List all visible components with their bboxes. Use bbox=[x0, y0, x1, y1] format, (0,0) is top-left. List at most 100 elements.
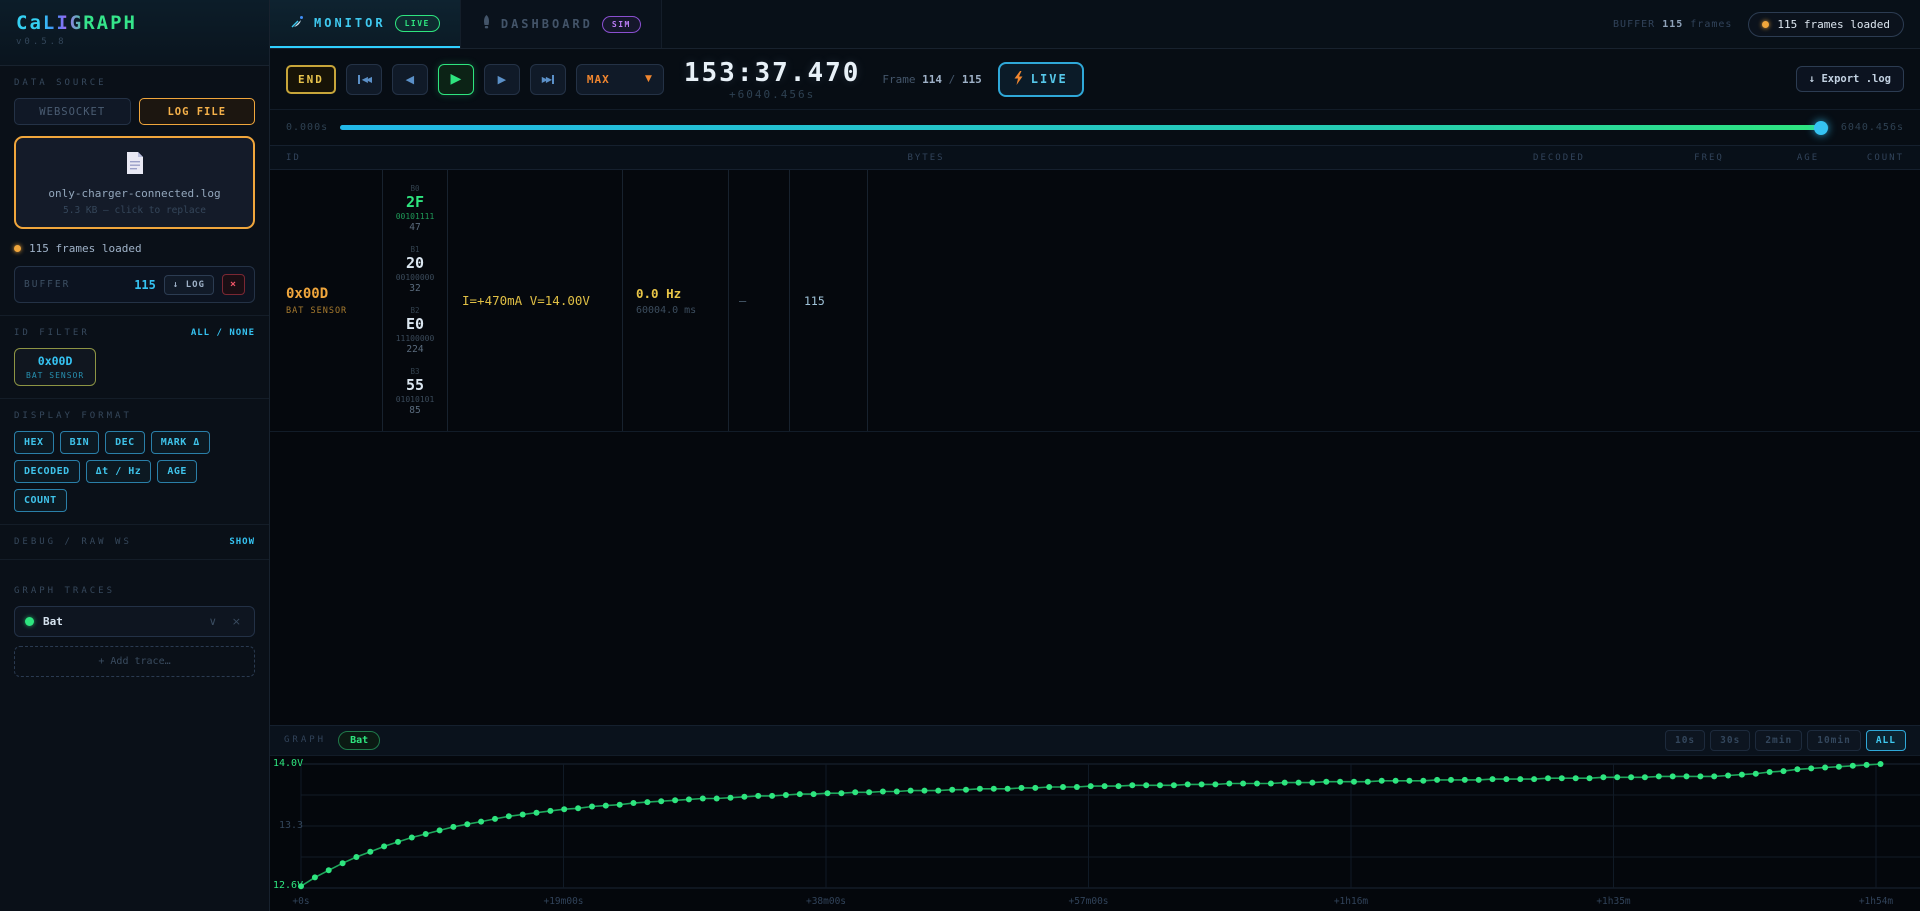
frames-loaded-dot bbox=[14, 245, 21, 252]
step-back-button[interactable]: ◀ bbox=[392, 64, 428, 95]
debug-show-link[interactable]: SHOW bbox=[229, 537, 255, 547]
y-tick-mid: 13.3 bbox=[279, 820, 303, 831]
range-button-10s[interactable]: 10s bbox=[1665, 730, 1705, 751]
speed-select[interactable]: MAX ▼ bbox=[576, 64, 664, 95]
byte-group-b2: B2E011100000224 bbox=[396, 306, 435, 356]
x-tick-label: +1h16m bbox=[1334, 896, 1368, 907]
sidebar: CaLIGRAPH v0.5.8 DATA SOURCE WEBSOCKET L… bbox=[0, 0, 270, 911]
id-filter-chip-0x00d[interactable]: 0x00DBAT SENSOR bbox=[14, 348, 96, 386]
format-button-dec[interactable]: DEC bbox=[105, 431, 145, 454]
byte-group-b1: B1200010000032 bbox=[396, 245, 435, 295]
row-decoded-cell: I=+470mA V=14.00V bbox=[448, 170, 623, 431]
graph-header: GRAPH Bat 10s30s2min10minALL bbox=[270, 726, 1920, 756]
download-icon: ↓ bbox=[1809, 73, 1822, 85]
dashboard-rocket-icon bbox=[481, 15, 492, 34]
header-decoded: DECODED bbox=[1469, 153, 1649, 163]
file-icon bbox=[125, 160, 145, 179]
trace-item-bat[interactable]: Bat∨× bbox=[14, 606, 255, 637]
skip-end-button[interactable]: ▶▶ bbox=[530, 64, 566, 95]
format-button-hex[interactable]: HEX bbox=[14, 431, 54, 454]
play-icon: ▶ bbox=[450, 71, 461, 87]
timeline-slider[interactable] bbox=[340, 125, 1829, 130]
id-filter-title: ID FILTER bbox=[14, 328, 90, 338]
format-button-count[interactable]: COUNT bbox=[14, 489, 67, 512]
lightning-bolt-icon bbox=[1014, 71, 1023, 88]
chart-canvas bbox=[270, 756, 1920, 894]
timeline-row: 0.000s 6040.456s bbox=[270, 110, 1920, 146]
play-button[interactable]: ▶ bbox=[438, 64, 474, 95]
display-format-section: DISPLAY FORMAT HEX BINDEC MARK Δ DECODED Δt … bbox=[0, 399, 269, 525]
sim-badge: SIM bbox=[602, 16, 641, 33]
x-tick-label: +57m00s bbox=[1068, 896, 1108, 907]
range-button-2min[interactable]: 2min bbox=[1755, 730, 1802, 751]
frame-counter: Frame 114 / 115 bbox=[882, 73, 981, 86]
clear-buffer-button[interactable]: × bbox=[222, 274, 245, 295]
x-tick-label: +19m00s bbox=[543, 896, 583, 907]
tab-monitor-label: MONITOR bbox=[314, 16, 386, 30]
mark-value: — bbox=[739, 294, 746, 308]
timeline-thumb[interactable] bbox=[1814, 121, 1828, 135]
row-count-cell: 115 bbox=[790, 170, 868, 431]
y-tick-min: 12.6V bbox=[273, 880, 303, 891]
x-tick-label: +1h35m bbox=[1596, 896, 1630, 907]
table-empty-area bbox=[270, 432, 1920, 725]
decoded-value: I=+470mA V=14.00V bbox=[462, 293, 590, 308]
step-forward-icon: ▶ bbox=[498, 73, 506, 86]
x-tick-label: +1h54m bbox=[1859, 896, 1893, 907]
tab-monitor[interactable]: MONITOR LIVE bbox=[270, 0, 460, 48]
header-id: ID bbox=[270, 153, 383, 163]
live-button[interactable]: LIVE bbox=[998, 62, 1084, 97]
display-format-buttons: HEX BINDEC MARK Δ DECODED Δt / HzAGE COUNT bbox=[14, 431, 255, 512]
range-button-10min[interactable]: 10min bbox=[1807, 730, 1861, 751]
main-panel: MONITOR LIVE DASHBOARD SIM BUFFER 115 fr… bbox=[270, 0, 1920, 911]
export-log-button[interactable]: ↓ Export .log bbox=[1796, 66, 1904, 92]
range-button-all[interactable]: ALL bbox=[1866, 730, 1906, 751]
log-file-dropzone[interactable]: only-charger-connected.log 5.3 KB — clic… bbox=[14, 136, 255, 229]
age-ms-value: 60004.0 ms bbox=[636, 305, 728, 316]
x-tick-label: +0s bbox=[292, 896, 309, 907]
id-filter-section: ID FILTER ALL / NONE 0x00DBAT SENSOR bbox=[0, 316, 269, 399]
format-button-mark-[interactable]: MARK Δ bbox=[151, 431, 210, 454]
frame-table-row[interactable]: 0x00D BAT SENSOR B02F0010111147 B12000100… bbox=[270, 170, 1920, 432]
trace-remove-icon[interactable]: × bbox=[229, 615, 244, 628]
format-button-decoded[interactable]: DECODED bbox=[14, 460, 80, 483]
header-bytes: BYTES bbox=[383, 153, 1469, 163]
time-offset: +6040.456s bbox=[684, 88, 861, 101]
topbar: MONITOR LIVE DASHBOARD SIM BUFFER 115 fr… bbox=[270, 0, 1920, 49]
current-time: 153:37.470 bbox=[684, 58, 861, 88]
end-position-button[interactable]: END bbox=[286, 65, 336, 94]
format-button-age[interactable]: AGE bbox=[157, 460, 197, 483]
format-button-bin[interactable]: BIN bbox=[60, 431, 100, 454]
range-buttons: 10s30s2min10minALL bbox=[1665, 730, 1906, 751]
display-format-title: DISPLAY FORMAT bbox=[14, 411, 255, 421]
graph-title: GRAPH bbox=[284, 735, 326, 745]
row-id-cell: 0x00D BAT SENSOR bbox=[270, 170, 383, 431]
app-window: CaLIGRAPH v0.5.8 DATA SOURCE WEBSOCKET L… bbox=[0, 0, 1920, 911]
download-log-button[interactable]: ↓ LOG bbox=[164, 275, 214, 295]
byte-group-b0: B02F0010111147 bbox=[396, 184, 435, 234]
tab-dashboard[interactable]: DASHBOARD SIM bbox=[460, 0, 662, 48]
byte-group-b3: B3550101010185 bbox=[396, 367, 435, 417]
id-chip-list: 0x00DBAT SENSOR bbox=[14, 348, 255, 386]
skip-start-button[interactable]: ◀◀ bbox=[346, 64, 382, 95]
all-none-link[interactable]: ALL / NONE bbox=[191, 328, 255, 338]
add-trace-button[interactable]: + Add trace… bbox=[14, 646, 255, 677]
step-forward-button[interactable]: ▶ bbox=[484, 64, 520, 95]
data-source-section: DATA SOURCE WEBSOCKET LOG FILE only-char… bbox=[0, 66, 269, 316]
logfile-tab-button[interactable]: LOG FILE bbox=[139, 98, 256, 125]
logo-block: CaLIGRAPH v0.5.8 bbox=[0, 0, 269, 66]
trace-pill-bat[interactable]: Bat bbox=[338, 731, 380, 750]
chip-name: BAT SENSOR bbox=[26, 371, 84, 380]
header-freq: FREQ bbox=[1649, 153, 1769, 163]
websocket-tab-button[interactable]: WEBSOCKET bbox=[14, 98, 131, 125]
data-source-title: DATA SOURCE bbox=[14, 78, 255, 88]
skip-start-icon: ◀◀ bbox=[358, 75, 370, 84]
trace-collapse-icon[interactable]: ∨ bbox=[206, 615, 220, 628]
voltage-chart: 14.0V 13.3 12.6V bbox=[270, 756, 1920, 893]
range-button-30s[interactable]: 30s bbox=[1710, 730, 1750, 751]
header-age: AGE bbox=[1769, 153, 1847, 163]
app-version: v0.5.8 bbox=[16, 37, 253, 47]
frame-id: 0x00D bbox=[286, 286, 382, 302]
timeline-fill bbox=[340, 125, 1821, 130]
format-button--t-hz[interactable]: Δt / Hz bbox=[86, 460, 152, 483]
